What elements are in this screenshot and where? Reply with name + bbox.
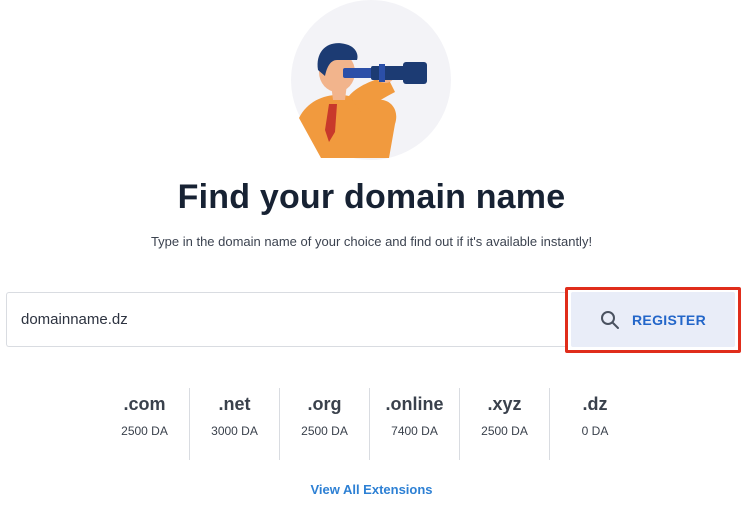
domain-search-input[interactable] <box>21 293 561 346</box>
extension-name: .xyz <box>487 394 522 414</box>
page-subtitle: Type in the domain name of your choice a… <box>150 234 593 249</box>
extension-name: .online <box>385 394 444 414</box>
domain-search-box <box>6 292 566 347</box>
extension-name: .net <box>218 394 251 414</box>
extension-online[interactable]: .online 7400 DA <box>370 388 460 460</box>
extension-name: .com <box>123 394 166 414</box>
search-icon <box>600 310 620 330</box>
register-button-label: REGISTER <box>632 311 706 328</box>
extension-price: 2500 DA <box>301 424 348 438</box>
extension-dz[interactable]: .dz 0 DA <box>550 388 640 460</box>
extension-price: 2500 DA <box>481 424 528 438</box>
extension-price: 2500 DA <box>121 424 168 438</box>
extension-net[interactable]: .net 3000 DA <box>190 388 280 460</box>
man-with-telescope-illustration <box>291 0 451 160</box>
extension-price: 7400 DA <box>391 424 438 438</box>
page-title: Find your domain name <box>177 178 566 216</box>
register-button[interactable]: REGISTER <box>571 292 735 347</box>
extension-name: .dz <box>582 394 608 414</box>
extension-name: .org <box>307 394 342 414</box>
extension-org[interactable]: .org 2500 DA <box>280 388 370 460</box>
extension-price: 0 DA <box>581 424 609 438</box>
extension-price: 3000 DA <box>211 424 258 438</box>
extension-com[interactable]: .com 2500 DA <box>100 388 190 460</box>
extension-list: .com 2500 DA .net 3000 DA .org 2500 DA .… <box>100 388 640 460</box>
view-all-extensions-link[interactable]: View All Extensions <box>0 482 743 497</box>
extension-xyz[interactable]: .xyz 2500 DA <box>460 388 550 460</box>
